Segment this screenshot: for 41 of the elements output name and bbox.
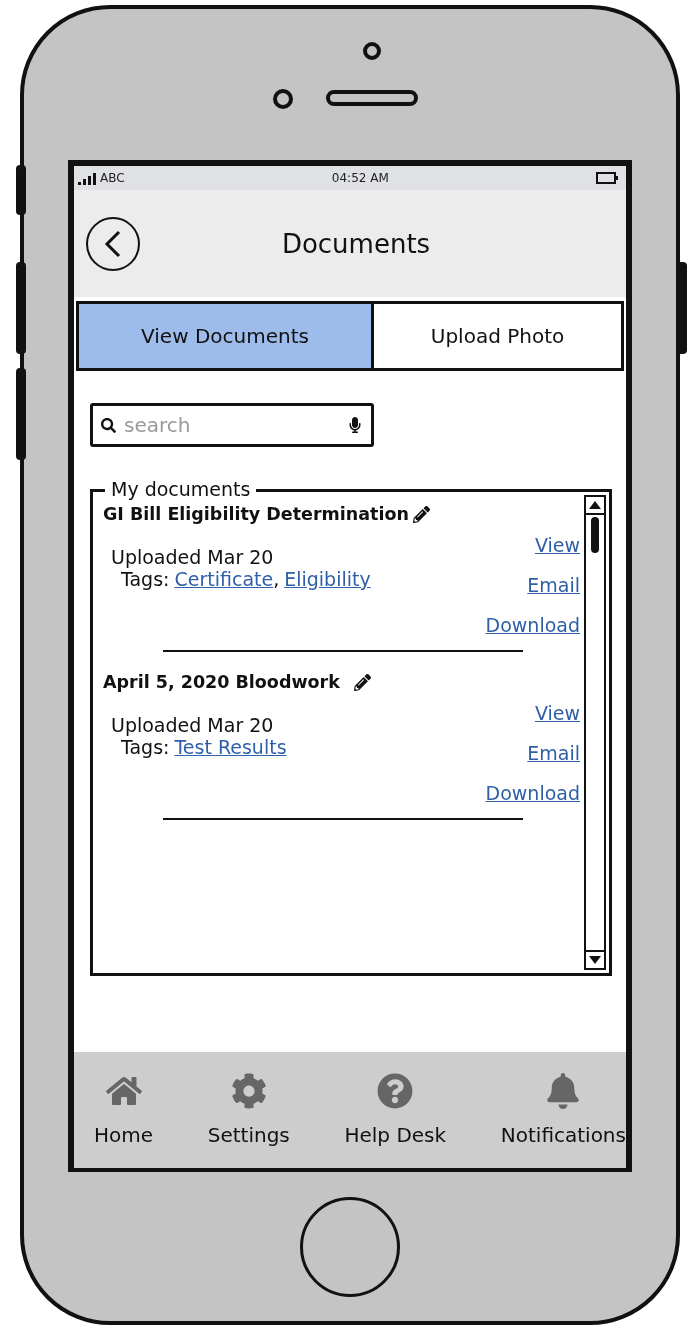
upload-date: Uploaded Mar 20 xyxy=(111,546,275,568)
nav-item[interactable]: Settings xyxy=(207,1073,290,1147)
search-icon xyxy=(101,417,116,433)
search-field[interactable]: search xyxy=(90,403,374,447)
action-link[interactable]: Download xyxy=(485,782,580,804)
tags-label: Tags: xyxy=(121,736,170,758)
help-icon xyxy=(377,1073,414,1109)
scroll-up-icon[interactable] xyxy=(589,501,601,509)
carrier-name: ABC xyxy=(100,171,125,185)
action-link[interactable]: Email xyxy=(527,574,580,596)
scroll-down-icon[interactable] xyxy=(589,956,601,964)
settings-icon xyxy=(230,1073,267,1109)
battery-icon xyxy=(596,172,618,184)
scroll-thumb[interactable] xyxy=(591,517,599,553)
tab[interactable]: Upload Photo xyxy=(371,301,624,371)
tag-separator: , xyxy=(273,568,280,590)
pencil-icon[interactable] xyxy=(353,673,371,691)
tag-link[interactable]: Certificate xyxy=(174,568,274,590)
bell-icon xyxy=(545,1073,582,1109)
tags-label: Tags: xyxy=(121,568,170,590)
document-title: GI Bill Eligibility Determination xyxy=(103,504,409,524)
pencil-icon[interactable] xyxy=(412,505,430,523)
tab[interactable]: View Documents xyxy=(76,301,374,371)
status-time: 04:52 AM xyxy=(331,171,389,185)
document-title: April 5, 2020 Bloodwork xyxy=(103,672,340,692)
back-button[interactable] xyxy=(86,216,140,271)
tag-link[interactable]: Test Results xyxy=(174,736,287,758)
action-link[interactable]: Email xyxy=(527,742,580,764)
nav-item[interactable]: Notifications xyxy=(500,1073,626,1147)
action-link[interactable]: Download xyxy=(485,614,580,636)
tag-link[interactable]: Eligibility xyxy=(284,568,371,590)
action-link[interactable]: View xyxy=(534,534,580,556)
upload-date: Uploaded Mar 20 xyxy=(111,714,275,736)
scrollbar[interactable] xyxy=(584,495,606,970)
screen-title: Documents xyxy=(281,228,431,259)
action-link[interactable]: View xyxy=(534,702,580,724)
signal-icon xyxy=(78,173,96,185)
nav-item[interactable]: Help Desk xyxy=(344,1073,447,1147)
microphone-icon xyxy=(347,417,363,433)
panel-legend: My documents xyxy=(105,478,257,500)
nav-item[interactable]: Home xyxy=(94,1073,154,1147)
